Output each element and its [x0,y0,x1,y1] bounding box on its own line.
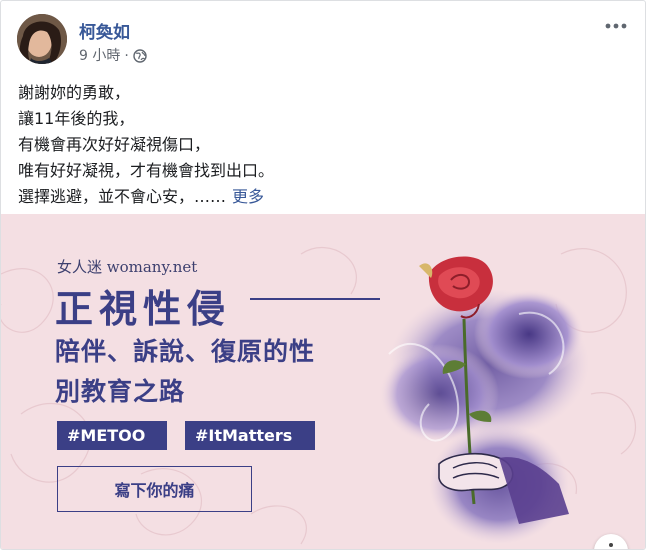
post-timestamp[interactable]: 9 小時 [79,48,120,64]
post-text-line: 讓11年後的我， [18,109,135,128]
post-text-line: 唯有好好凝視，才有機會找到出口。 [18,161,275,180]
author-name[interactable]: 柯奐如 [79,18,130,43]
more-horizontal-icon[interactable] [603,16,629,36]
author-avatar[interactable] [17,14,67,64]
subheadline-line: 別教育之路 [55,377,186,406]
post-text-line: 有機會再次好好凝視傷口， [18,135,211,154]
post-meta: 9 小時 · [79,45,147,67]
banner-headline: 正視性侵 [55,286,232,331]
facebook-post: 柯奐如 9 小時 · 謝謝妳的勇敢， 讓11年後的我， 有機會再次好好凝視傷口， … [0,0,646,550]
meta-separator: · [124,48,129,64]
brand-logo-text: 女人迷 womany.net [57,258,198,276]
post-text: 謝謝妳的勇敢， 讓11年後的我， 有機會再次好好凝視傷口， 唯有好好凝視，才有機… [18,80,618,210]
post-text-line-last: 選擇逃避，並不會心安，…… 更多 [18,184,618,210]
post-text-line: 謝謝妳的勇敢， [18,83,131,102]
link-preview-banner[interactable]: 女人迷 womany.net 正視性侵 陪伴、訴說、復原的性 別教育之路 #ME… [1,214,645,549]
rose-hand-illustration [379,256,589,544]
more-vertical-icon[interactable] [594,534,628,549]
see-more-link[interactable]: 更多 [232,187,264,206]
hashtag-metoo[interactable]: #METOO [57,421,167,450]
banner-subheadline: 陪伴、訴說、復原的性 別教育之路 [55,332,385,412]
hashtag-itmatters[interactable]: #ItMatters [185,421,315,450]
post-text-line: 選擇逃避，並不會心安，…… [18,187,227,206]
write-your-pain-button[interactable]: 寫下你的痛 [57,466,252,512]
post-header: 柯奐如 9 小時 · [17,14,637,68]
headline-divider [250,298,380,300]
globe-icon[interactable] [133,49,147,67]
subheadline-line: 陪伴、訴說、復原的性 [55,337,316,366]
